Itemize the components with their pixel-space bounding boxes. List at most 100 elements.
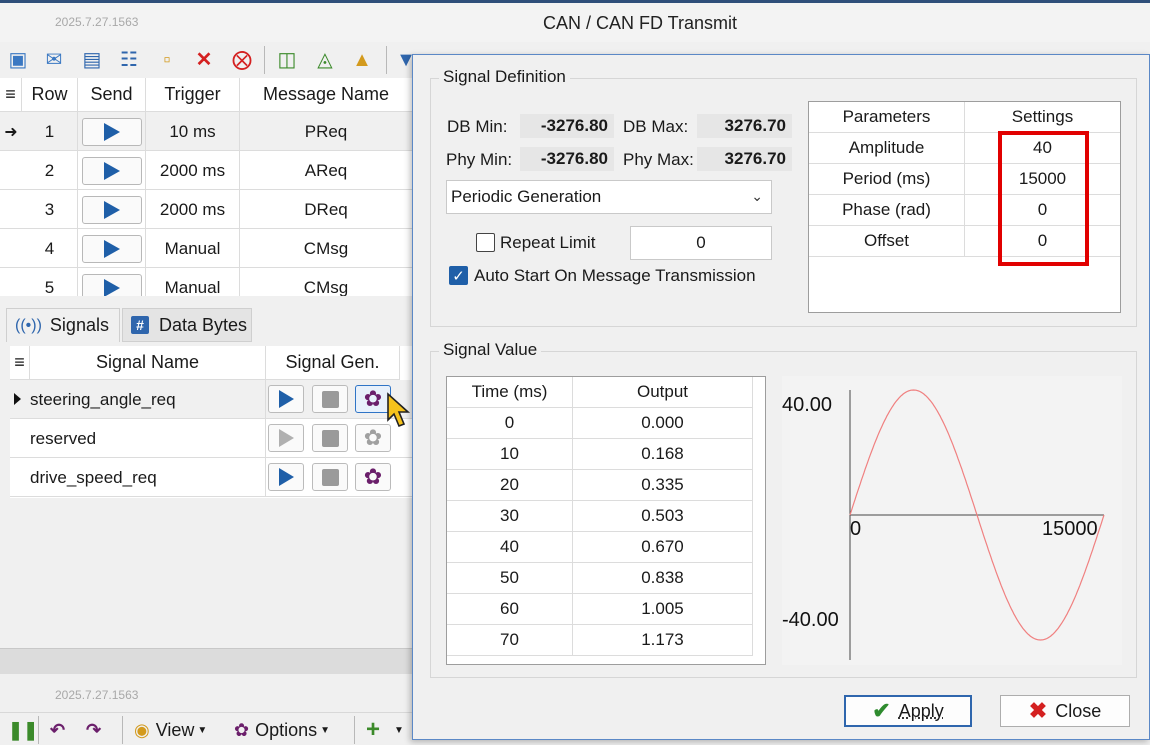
add-icon[interactable]: + [366, 716, 380, 743]
paste-icon[interactable]: ▫ [155, 48, 179, 72]
phy-min-value: -3276.80 [520, 147, 614, 171]
row-number: 4 [22, 229, 78, 268]
auto-start-checkbox[interactable]: ✓ [449, 266, 468, 285]
undo-icon[interactable]: ↶ [50, 717, 65, 743]
output-cell: 1.173 [573, 625, 753, 656]
time-cell: 20 [447, 470, 573, 501]
table-row[interactable]: ➜ 1 10 ms PReq [0, 112, 412, 151]
column-header-send[interactable]: Send [78, 78, 146, 112]
column-header-time: Time (ms) [447, 377, 573, 408]
db-max-label: DB Max: [623, 117, 689, 136]
save-as-icon[interactable]: ◬ [313, 48, 337, 72]
message-name-cell: CMsg [303, 277, 349, 297]
output-cell: 0.503 [573, 501, 753, 532]
trigger-cell: 2000 ms [146, 151, 240, 190]
message-name-cell: AReq [304, 160, 348, 180]
checkmark-icon: ✔ [872, 698, 891, 723]
phy-max-label: Phy Max: [623, 150, 694, 169]
current-row-marker-icon [14, 393, 21, 405]
stop-generator-button[interactable] [312, 385, 348, 413]
generation-mode-select[interactable]: Periodic Generation ⌄ [446, 180, 772, 214]
row-menu-icon[interactable]: ≡ [10, 346, 30, 380]
tab-signals[interactable]: ((•)) Signals [6, 308, 120, 342]
phy-min-label: Phy Min: [446, 150, 513, 169]
column-header-signal-gen[interactable]: Signal Gen. [266, 346, 400, 380]
send-cell [78, 229, 146, 268]
play-icon [103, 278, 120, 296]
signal-value-table: Time (ms) Output 0 0.000 10 0.168 20 0.3… [446, 376, 766, 665]
column-header-row[interactable]: Row [22, 78, 78, 112]
stop-generator-button[interactable] [312, 463, 348, 491]
signal-value-title: Signal Value [439, 340, 542, 360]
tab-data-bytes[interactable]: # Data Bytes [122, 308, 252, 342]
generator-settings-button[interactable]: ✿ [355, 463, 391, 491]
dropdown-arrow-icon: ▼ [197, 724, 208, 736]
signal-name: drive_speed_req [30, 458, 266, 497]
row-menu-icon[interactable]: ≡ [0, 78, 22, 112]
row-number: 5 [22, 268, 78, 296]
column-header-signal-name[interactable]: Signal Name [30, 346, 266, 380]
time-cell: 40 [447, 532, 573, 563]
list-item[interactable]: steering_angle_req ✿ [10, 380, 412, 419]
output-cell: 0.000 [573, 408, 753, 439]
save-icon[interactable]: ◫ [275, 48, 299, 72]
close-button[interactable]: ✖ Close [1000, 695, 1130, 727]
time-cell: 50 [447, 563, 573, 594]
hash-icon: # [131, 316, 149, 334]
table-row[interactable]: 3 2000 ms DReq [0, 190, 412, 229]
open-folder-icon[interactable]: ▲ [350, 48, 374, 72]
stop-icon [321, 429, 339, 447]
repeat-limit-input[interactable]: 0 [630, 226, 772, 260]
trigger-cell: 2000 ms [146, 190, 240, 229]
send-button[interactable] [81, 234, 142, 263]
send-button[interactable] [81, 117, 142, 146]
delete-icon[interactable]: ✕ [192, 48, 216, 72]
delete-all-icon[interactable]: ⨂ [230, 48, 254, 72]
column-header-message-name[interactable]: Message Name [240, 78, 412, 112]
tab-signals-label: Signals [49, 315, 109, 335]
table-row[interactable]: 2 2000 ms AReq [0, 151, 412, 190]
version-label: 2025.7.27.1563 [55, 688, 139, 702]
empty-area [0, 498, 412, 648]
copy-icon[interactable]: ☷ [117, 48, 141, 72]
start-generator-button[interactable] [268, 385, 304, 413]
list-item[interactable]: reserved ✿ [10, 419, 412, 458]
message-name-cell: PReq [304, 121, 348, 141]
play-icon [278, 468, 294, 486]
send-button[interactable] [81, 195, 142, 224]
table-row[interactable]: 5 Manual CMsg [0, 268, 412, 296]
pause-icon[interactable]: ❚❚ [8, 717, 38, 743]
signal-definition-title: Signal Definition [439, 67, 570, 87]
table-row[interactable]: 4 Manual CMsg [0, 229, 412, 268]
signal-preview-chart: 40.00 -40.00 0 15000 [782, 376, 1122, 665]
redo-icon[interactable]: ↷ [86, 717, 101, 743]
send-button[interactable] [81, 273, 142, 296]
options-menu[interactable]: ✿ Options ▼ [234, 717, 330, 743]
column-header-trigger[interactable]: Trigger [146, 78, 240, 112]
dropdown-arrow-icon[interactable]: ▼ [394, 717, 404, 743]
message-add-icon[interactable]: ✉ [42, 48, 66, 72]
view-menu[interactable]: ◉ View ▼ [134, 717, 207, 743]
parameter-name: Period (ms) [809, 164, 965, 195]
send-button[interactable] [81, 156, 142, 185]
row-number: 3 [22, 190, 78, 229]
message-name-cell: CMsg [303, 238, 349, 258]
message-icon[interactable]: ▤ [80, 48, 104, 72]
play-icon [103, 239, 120, 258]
db-max-value: 3276.70 [697, 114, 792, 138]
apply-button[interactable]: ✔ Apply [844, 695, 972, 727]
stop-generator-button [312, 424, 348, 452]
start-generator-button[interactable] [268, 463, 304, 491]
database-add-icon[interactable]: ▣ [6, 48, 30, 72]
trigger-cell: 10 ms [146, 112, 240, 151]
db-min-value: -3276.80 [520, 114, 614, 138]
list-item[interactable]: drive_speed_req ✿ [10, 458, 412, 497]
message-name-cell: DReq [304, 199, 348, 219]
gear-icon: ✿ [363, 425, 383, 450]
output-cell: 0.168 [573, 439, 753, 470]
send-cell [78, 112, 146, 151]
repeat-limit-checkbox[interactable] [476, 233, 495, 252]
send-cell [78, 190, 146, 229]
auto-start-label: Auto Start On Message Transmission [474, 266, 756, 285]
message-table: ≡ Row Send Trigger Message Name ➜ 1 10 m… [0, 78, 412, 296]
